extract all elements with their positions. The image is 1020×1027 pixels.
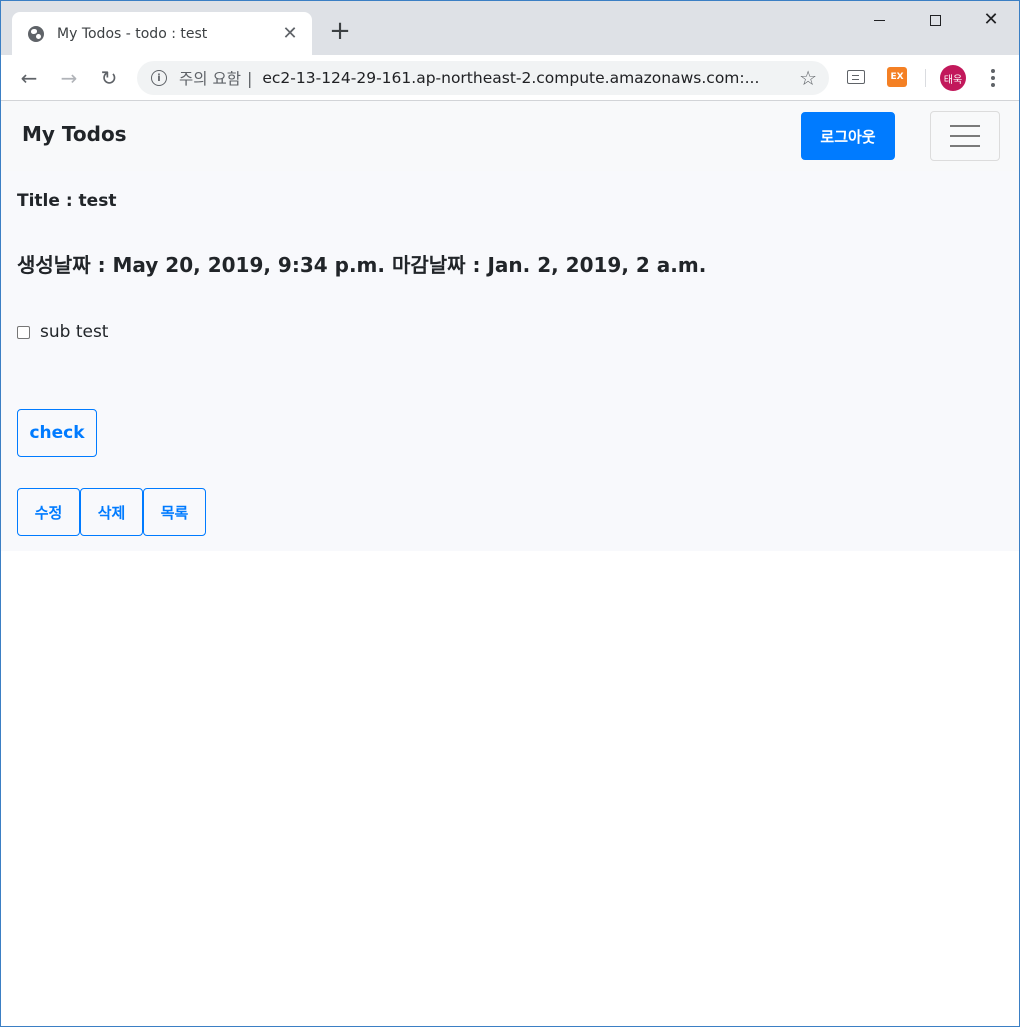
url-separator: | <box>246 68 253 88</box>
todo-title: Title : test <box>17 191 117 211</box>
arrow-left-icon: ← <box>20 66 38 90</box>
browser-tab[interactable]: My Todos - todo : test ✕ <box>12 12 312 55</box>
subtask-checkbox[interactable] <box>17 325 30 339</box>
list-button[interactable]: 목록 <box>143 488 206 536</box>
arrow-right-icon: → <box>60 66 78 90</box>
action-buttons: 수정 삭제 목록 <box>17 488 206 536</box>
more-vert-icon[interactable] <box>983 64 1003 92</box>
reader-extension-icon[interactable] <box>847 70 865 84</box>
brand-link[interactable]: My Todos <box>22 122 127 146</box>
close-window-button[interactable]: ✕ <box>963 1 1019 39</box>
security-label[interactable]: 주의 요함 <box>179 67 241 89</box>
delete-button[interactable]: 삭제 <box>80 488 143 536</box>
page-viewport: My Todos 로그아웃 Title : test 생성날짜 : May 20… <box>1 101 1019 1026</box>
tab-title: My Todos - todo : test <box>57 25 208 42</box>
tab-close-icon[interactable]: ✕ <box>280 23 300 44</box>
reload-icon: ↻ <box>100 66 118 90</box>
address-bar[interactable]: i 주의 요함 | ec2-13-124-29-161.ap-northeast… <box>137 61 829 95</box>
browser-toolbar: ← → ↻ i 주의 요함 | ec2-13-124-29-161.ap-nor… <box>1 55 1019 101</box>
todo-detail: Title : test 생성날짜 : May 20, 2019, 9:34 p… <box>1 171 1019 551</box>
site-navbar: My Todos 로그아웃 <box>1 101 1019 171</box>
todo-dates: 생성날짜 : May 20, 2019, 9:34 p.m. 마감날짜 : Ja… <box>17 253 707 277</box>
browser-titlebar: My Todos - todo : test ✕ + ✕ <box>1 1 1019 55</box>
forward-button[interactable]: → <box>55 64 83 92</box>
navbar-toggler-button[interactable] <box>930 111 1000 161</box>
subtask-item: sub test <box>17 322 108 342</box>
ex-extension-icon[interactable]: EX <box>887 67 907 87</box>
subtask-label[interactable]: sub test <box>40 322 108 342</box>
reload-button[interactable]: ↻ <box>95 64 123 92</box>
logout-button[interactable]: 로그아웃 <box>801 112 895 160</box>
hamburger-icon <box>950 125 980 127</box>
back-button[interactable]: ← <box>15 64 43 92</box>
globe-icon <box>28 25 44 42</box>
edit-button[interactable]: 수정 <box>17 488 80 536</box>
maximize-icon <box>929 14 941 26</box>
browser-window: My Todos - todo : test ✕ + ✕ ← → ↻ i 주의 … <box>0 0 1020 1027</box>
close-icon: ✕ <box>983 9 999 30</box>
profile-avatar[interactable]: 태욱 <box>940 65 966 91</box>
minimize-icon <box>873 19 885 21</box>
star-icon[interactable]: ☆ <box>799 66 817 90</box>
maximize-button[interactable] <box>907 1 963 39</box>
toolbar-divider <box>925 69 926 87</box>
check-button[interactable]: check <box>17 409 97 457</box>
minimize-button[interactable] <box>851 1 907 39</box>
url-text[interactable]: ec2-13-124-29-161.ap-northeast-2.compute… <box>262 69 767 87</box>
info-icon[interactable]: i <box>151 70 167 86</box>
new-tab-button[interactable]: + <box>327 18 353 45</box>
